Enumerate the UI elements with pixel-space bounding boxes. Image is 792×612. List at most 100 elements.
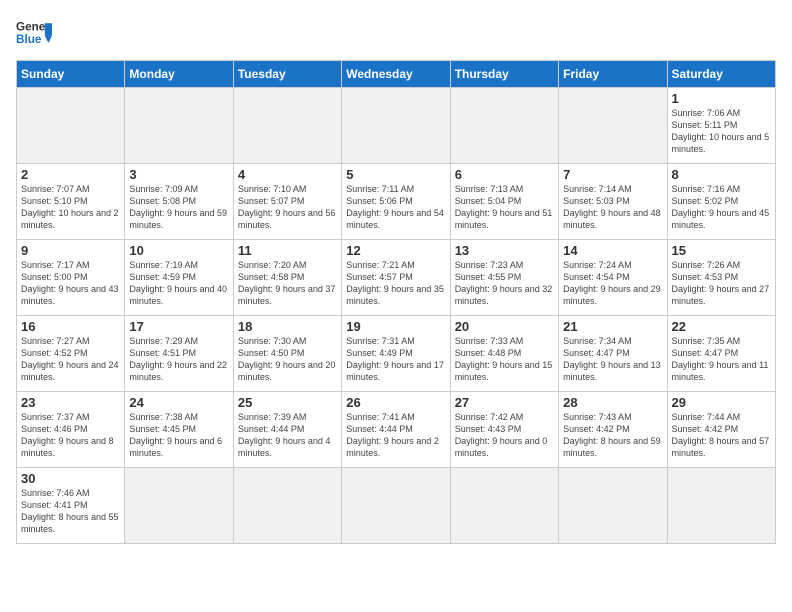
day-number: 29 — [672, 395, 771, 410]
table-row: 26Sunrise: 7:41 AM Sunset: 4:44 PM Dayli… — [342, 392, 450, 468]
day-info: Sunrise: 7:29 AM Sunset: 4:51 PM Dayligh… — [129, 335, 228, 384]
table-row: 18Sunrise: 7:30 AM Sunset: 4:50 PM Dayli… — [233, 316, 341, 392]
day-number: 22 — [672, 319, 771, 334]
table-row — [125, 468, 233, 544]
day-number: 4 — [238, 167, 337, 182]
day-number: 5 — [346, 167, 445, 182]
table-row: 3Sunrise: 7:09 AM Sunset: 5:08 PM Daylig… — [125, 164, 233, 240]
day-number: 18 — [238, 319, 337, 334]
table-row: 4Sunrise: 7:10 AM Sunset: 5:07 PM Daylig… — [233, 164, 341, 240]
table-row — [342, 88, 450, 164]
table-row: 21Sunrise: 7:34 AM Sunset: 4:47 PM Dayli… — [559, 316, 667, 392]
day-number: 28 — [563, 395, 662, 410]
day-number: 21 — [563, 319, 662, 334]
table-row: 17Sunrise: 7:29 AM Sunset: 4:51 PM Dayli… — [125, 316, 233, 392]
table-row: 11Sunrise: 7:20 AM Sunset: 4:58 PM Dayli… — [233, 240, 341, 316]
table-row: 23Sunrise: 7:37 AM Sunset: 4:46 PM Dayli… — [17, 392, 125, 468]
day-number: 12 — [346, 243, 445, 258]
day-info: Sunrise: 7:10 AM Sunset: 5:07 PM Dayligh… — [238, 183, 337, 232]
day-number: 20 — [455, 319, 554, 334]
day-number: 14 — [563, 243, 662, 258]
table-row: 25Sunrise: 7:39 AM Sunset: 4:44 PM Dayli… — [233, 392, 341, 468]
table-row: 15Sunrise: 7:26 AM Sunset: 4:53 PM Dayli… — [667, 240, 775, 316]
header: General Blue — [16, 16, 776, 52]
table-row — [667, 468, 775, 544]
day-number: 9 — [21, 243, 120, 258]
col-thursday: Thursday — [450, 61, 558, 88]
day-number: 19 — [346, 319, 445, 334]
day-number: 30 — [21, 471, 120, 486]
day-number: 1 — [672, 91, 771, 106]
table-row — [342, 468, 450, 544]
day-info: Sunrise: 7:16 AM Sunset: 5:02 PM Dayligh… — [672, 183, 771, 232]
day-info: Sunrise: 7:46 AM Sunset: 4:41 PM Dayligh… — [21, 487, 120, 536]
table-row: 24Sunrise: 7:38 AM Sunset: 4:45 PM Dayli… — [125, 392, 233, 468]
table-row — [17, 88, 125, 164]
table-row: 27Sunrise: 7:42 AM Sunset: 4:43 PM Dayli… — [450, 392, 558, 468]
day-info: Sunrise: 7:34 AM Sunset: 4:47 PM Dayligh… — [563, 335, 662, 384]
col-saturday: Saturday — [667, 61, 775, 88]
day-number: 25 — [238, 395, 337, 410]
table-row: 7Sunrise: 7:14 AM Sunset: 5:03 PM Daylig… — [559, 164, 667, 240]
day-number: 13 — [455, 243, 554, 258]
table-row — [450, 88, 558, 164]
table-row — [233, 88, 341, 164]
day-info: Sunrise: 7:31 AM Sunset: 4:49 PM Dayligh… — [346, 335, 445, 384]
day-info: Sunrise: 7:20 AM Sunset: 4:58 PM Dayligh… — [238, 259, 337, 308]
day-info: Sunrise: 7:33 AM Sunset: 4:48 PM Dayligh… — [455, 335, 554, 384]
table-row: 16Sunrise: 7:27 AM Sunset: 4:52 PM Dayli… — [17, 316, 125, 392]
day-info: Sunrise: 7:21 AM Sunset: 4:57 PM Dayligh… — [346, 259, 445, 308]
day-info: Sunrise: 7:09 AM Sunset: 5:08 PM Dayligh… — [129, 183, 228, 232]
table-row — [233, 468, 341, 544]
table-row — [559, 88, 667, 164]
logo-icon: General Blue — [16, 16, 52, 52]
day-info: Sunrise: 7:11 AM Sunset: 5:06 PM Dayligh… — [346, 183, 445, 232]
table-row: 6Sunrise: 7:13 AM Sunset: 5:04 PM Daylig… — [450, 164, 558, 240]
day-number: 15 — [672, 243, 771, 258]
table-row: 12Sunrise: 7:21 AM Sunset: 4:57 PM Dayli… — [342, 240, 450, 316]
day-info: Sunrise: 7:06 AM Sunset: 5:11 PM Dayligh… — [672, 107, 771, 156]
day-number: 3 — [129, 167, 228, 182]
day-number: 24 — [129, 395, 228, 410]
day-info: Sunrise: 7:14 AM Sunset: 5:03 PM Dayligh… — [563, 183, 662, 232]
table-row: 20Sunrise: 7:33 AM Sunset: 4:48 PM Dayli… — [450, 316, 558, 392]
day-info: Sunrise: 7:43 AM Sunset: 4:42 PM Dayligh… — [563, 411, 662, 460]
table-row: 10Sunrise: 7:19 AM Sunset: 4:59 PM Dayli… — [125, 240, 233, 316]
col-sunday: Sunday — [17, 61, 125, 88]
day-info: Sunrise: 7:13 AM Sunset: 5:04 PM Dayligh… — [455, 183, 554, 232]
table-row — [450, 468, 558, 544]
day-number: 27 — [455, 395, 554, 410]
day-info: Sunrise: 7:42 AM Sunset: 4:43 PM Dayligh… — [455, 411, 554, 460]
table-row: 14Sunrise: 7:24 AM Sunset: 4:54 PM Dayli… — [559, 240, 667, 316]
day-info: Sunrise: 7:23 AM Sunset: 4:55 PM Dayligh… — [455, 259, 554, 308]
table-row: 30Sunrise: 7:46 AM Sunset: 4:41 PM Dayli… — [17, 468, 125, 544]
day-number: 17 — [129, 319, 228, 334]
day-info: Sunrise: 7:41 AM Sunset: 4:44 PM Dayligh… — [346, 411, 445, 460]
table-row: 2Sunrise: 7:07 AM Sunset: 5:10 PM Daylig… — [17, 164, 125, 240]
day-number: 10 — [129, 243, 228, 258]
day-number: 11 — [238, 243, 337, 258]
day-info: Sunrise: 7:27 AM Sunset: 4:52 PM Dayligh… — [21, 335, 120, 384]
day-info: Sunrise: 7:39 AM Sunset: 4:44 PM Dayligh… — [238, 411, 337, 460]
day-number: 26 — [346, 395, 445, 410]
col-monday: Monday — [125, 61, 233, 88]
day-info: Sunrise: 7:30 AM Sunset: 4:50 PM Dayligh… — [238, 335, 337, 384]
day-info: Sunrise: 7:26 AM Sunset: 4:53 PM Dayligh… — [672, 259, 771, 308]
col-wednesday: Wednesday — [342, 61, 450, 88]
table-row: 28Sunrise: 7:43 AM Sunset: 4:42 PM Dayli… — [559, 392, 667, 468]
day-number: 8 — [672, 167, 771, 182]
col-friday: Friday — [559, 61, 667, 88]
day-number: 23 — [21, 395, 120, 410]
table-row: 1Sunrise: 7:06 AM Sunset: 5:11 PM Daylig… — [667, 88, 775, 164]
day-info: Sunrise: 7:35 AM Sunset: 4:47 PM Dayligh… — [672, 335, 771, 384]
col-tuesday: Tuesday — [233, 61, 341, 88]
calendar: Sunday Monday Tuesday Wednesday Thursday… — [16, 60, 776, 544]
table-row: 9Sunrise: 7:17 AM Sunset: 5:00 PM Daylig… — [17, 240, 125, 316]
table-row: 8Sunrise: 7:16 AM Sunset: 5:02 PM Daylig… — [667, 164, 775, 240]
table-row — [125, 88, 233, 164]
day-number: 6 — [455, 167, 554, 182]
svg-text:Blue: Blue — [16, 33, 42, 46]
table-row: 5Sunrise: 7:11 AM Sunset: 5:06 PM Daylig… — [342, 164, 450, 240]
day-number: 2 — [21, 167, 120, 182]
day-info: Sunrise: 7:19 AM Sunset: 4:59 PM Dayligh… — [129, 259, 228, 308]
